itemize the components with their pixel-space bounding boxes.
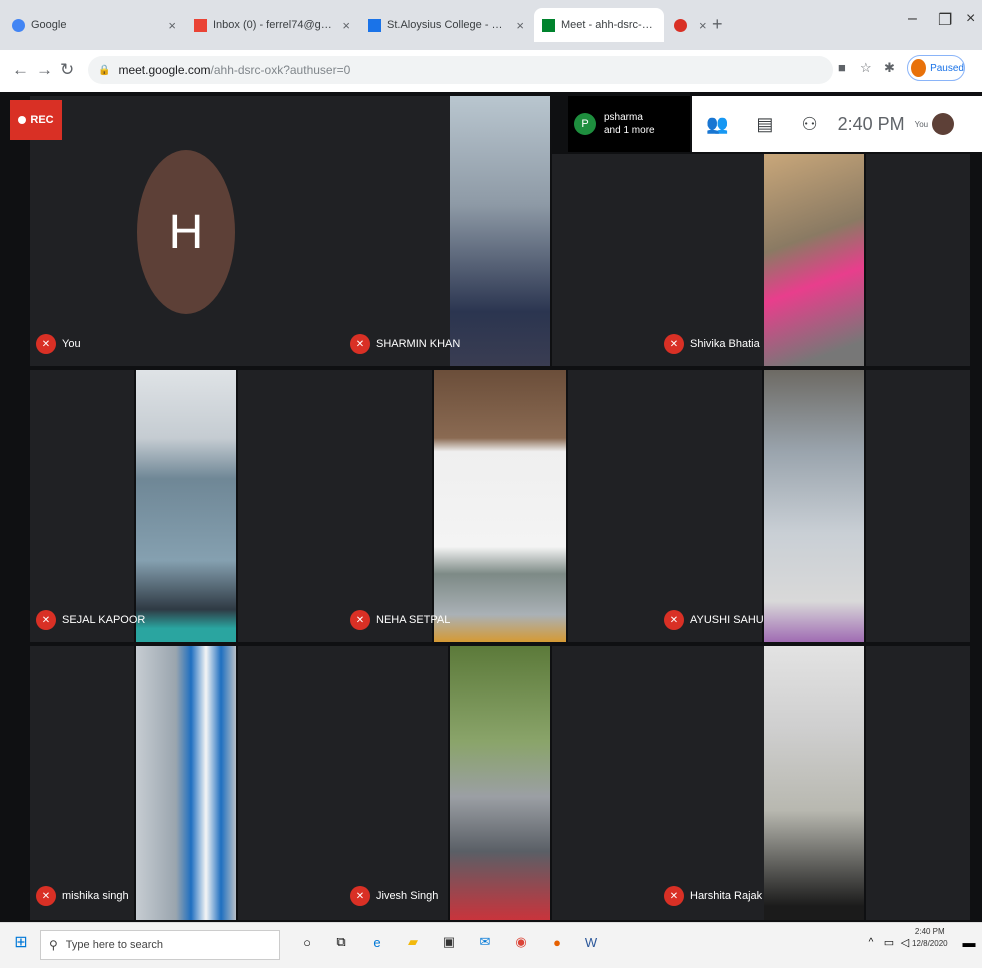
participant-tile[interactable] [344, 96, 550, 366]
mail-icon[interactable]: ✉ [474, 931, 496, 953]
search-icon: ⚲ [49, 938, 58, 952]
tab-close-icon[interactable]: × [168, 18, 176, 33]
avatar [911, 59, 927, 77]
new-tab-button[interactable]: + [712, 14, 723, 35]
address-toolbar: ← → ↻ 🔒 meet.google.com /ahh-dsrc-oxk?au… [0, 50, 982, 93]
mic-muted-icon: ✕ [664, 334, 684, 354]
self-avatar: H [137, 150, 235, 314]
mic-muted-icon: ✕ [664, 610, 684, 630]
chrome-icon[interactable]: ◉ [510, 931, 532, 953]
participant-tile[interactable] [552, 646, 764, 920]
firefox-icon[interactable]: ● [546, 931, 568, 953]
tab-title: Meet - ahh-dsrc-oxk [561, 19, 656, 31]
tab-close-icon[interactable]: × [342, 18, 350, 33]
mic-muted-icon: ✕ [36, 610, 56, 630]
back-icon[interactable]: ← [12, 60, 29, 80]
word-icon[interactable]: W [580, 931, 602, 953]
participant-tile[interactable] [238, 370, 432, 642]
participant-tile[interactable] [866, 370, 970, 642]
forward-icon[interactable]: → [36, 60, 53, 80]
restore-icon[interactable]: ❐ [938, 10, 952, 30]
tab-meet[interactable]: Meet - ahh-dsrc-oxk [534, 8, 664, 42]
url-host: meet.google.com [118, 63, 211, 77]
profile-paused-button[interactable]: Paused [907, 55, 965, 81]
windows-start-icon[interactable]: ⊞ [10, 931, 32, 953]
file-explorer-icon[interactable]: ▰ [402, 931, 424, 953]
participant-name-tag: ✕ SEJAL KAPOOR [36, 610, 145, 630]
url-input[interactable]: 🔒 meet.google.com /ahh-dsrc-oxk?authuser… [88, 56, 833, 84]
reload-icon[interactable]: ↻ [60, 60, 74, 80]
url-path: /ahh-dsrc-oxk?authuser=0 [210, 63, 351, 77]
calendar-favicon-icon [368, 18, 381, 32]
tab-calendar[interactable]: St.Aloysius College - Calendar × [360, 8, 532, 42]
video-feed [434, 370, 566, 642]
cortana-icon[interactable]: ○ [296, 931, 318, 953]
tab-recording[interactable]: × [666, 8, 710, 42]
video-feed [450, 646, 550, 920]
recording-favicon-icon [674, 18, 687, 32]
participant-name-tag: ✕ SHARMIN KHAN [350, 334, 460, 354]
participant-tile[interactable] [866, 646, 970, 920]
participant-name-tag: ✕ You [36, 334, 81, 354]
participant-name-tag: ✕ mishika singh [36, 886, 129, 906]
tab-google[interactable]: Google × [4, 8, 184, 42]
bookmark-star-icon[interactable]: ☆ [860, 60, 872, 76]
meet-favicon-icon [542, 18, 555, 32]
tab-title: Inbox (0) - ferrel74@gmail.c [213, 19, 337, 31]
participant-name-tag: ✕ Shivika Bhatia [664, 334, 760, 354]
record-dot-icon [18, 116, 27, 124]
participant-name-tag: ✕ Jivesh Singh [350, 886, 438, 906]
google-favicon-icon [12, 18, 25, 32]
gmail-favicon-icon [194, 18, 207, 32]
close-window-icon[interactable]: × [966, 10, 975, 28]
participant-tile[interactable] [30, 646, 134, 920]
video-feed [764, 646, 864, 920]
mic-muted-icon: ✕ [36, 886, 56, 906]
participant-tile[interactable] [866, 154, 970, 366]
chat-icon[interactable]: ▤ [756, 114, 773, 135]
video-feed [136, 646, 236, 920]
tab-gmail[interactable]: Inbox (0) - ferrel74@gmail.c × [186, 8, 358, 42]
tab-title: St.Aloysius College - Calendar [387, 19, 510, 31]
extensions-icon[interactable]: ✱ [884, 60, 895, 76]
camera-icon[interactable]: ■ [838, 60, 846, 75]
participant-name-tag: ✕ NEHA SETPAL [350, 610, 450, 630]
minimize-icon[interactable]: – [908, 10, 917, 28]
participant-name-tag: ✕ Harshita Rajak [664, 886, 762, 906]
participant-name-tag: ✕ AYUSHI SAHU [664, 610, 764, 630]
avatar[interactable] [932, 113, 955, 135]
tab-close-icon[interactable]: × [516, 18, 524, 33]
lock-icon: 🔒 [98, 64, 111, 76]
task-view-icon[interactable]: ⧉ [330, 931, 352, 953]
mic-muted-icon: ✕ [350, 886, 370, 906]
people-icon[interactable]: 👥 [706, 114, 728, 135]
participant-tile[interactable] [568, 370, 762, 642]
notifications-icon[interactable]: ▬ [958, 931, 980, 953]
store-icon[interactable]: ▣ [438, 931, 460, 953]
recording-badge: REC [10, 100, 62, 140]
presenter-avatar: P [574, 113, 596, 135]
mic-muted-icon: ✕ [350, 334, 370, 354]
mic-muted-icon: ✕ [664, 886, 684, 906]
video-feed [450, 96, 550, 366]
edge-icon[interactable]: e [366, 931, 388, 953]
meeting-clock: 2:40 PM [837, 113, 905, 134]
participant-tile[interactable] [30, 370, 134, 642]
browser-tab-bar: Google × Inbox (0) - ferrel74@gmail.c × … [0, 0, 982, 50]
taskbar-search-input[interactable]: ⚲ Type here to search [40, 930, 280, 960]
video-feed [764, 154, 864, 366]
video-feed [136, 370, 236, 642]
presenting-chip[interactable]: P psharma and 1 more [568, 96, 690, 152]
tab-close-icon[interactable]: × [699, 18, 707, 33]
activities-icon[interactable]: ⚇ [801, 114, 817, 135]
participant-tile[interactable] [238, 646, 448, 920]
taskbar-clock[interactable]: 2:40 PM 12/8/2020 [912, 926, 948, 950]
mic-muted-icon: ✕ [350, 610, 370, 630]
mic-muted-icon: ✕ [36, 334, 56, 354]
you-label: You [914, 119, 929, 129]
tab-title: Google [31, 19, 67, 31]
video-feed [764, 370, 864, 642]
meet-top-bar: 👥 ▤ ⚇ 2:40 PM You [692, 96, 982, 152]
